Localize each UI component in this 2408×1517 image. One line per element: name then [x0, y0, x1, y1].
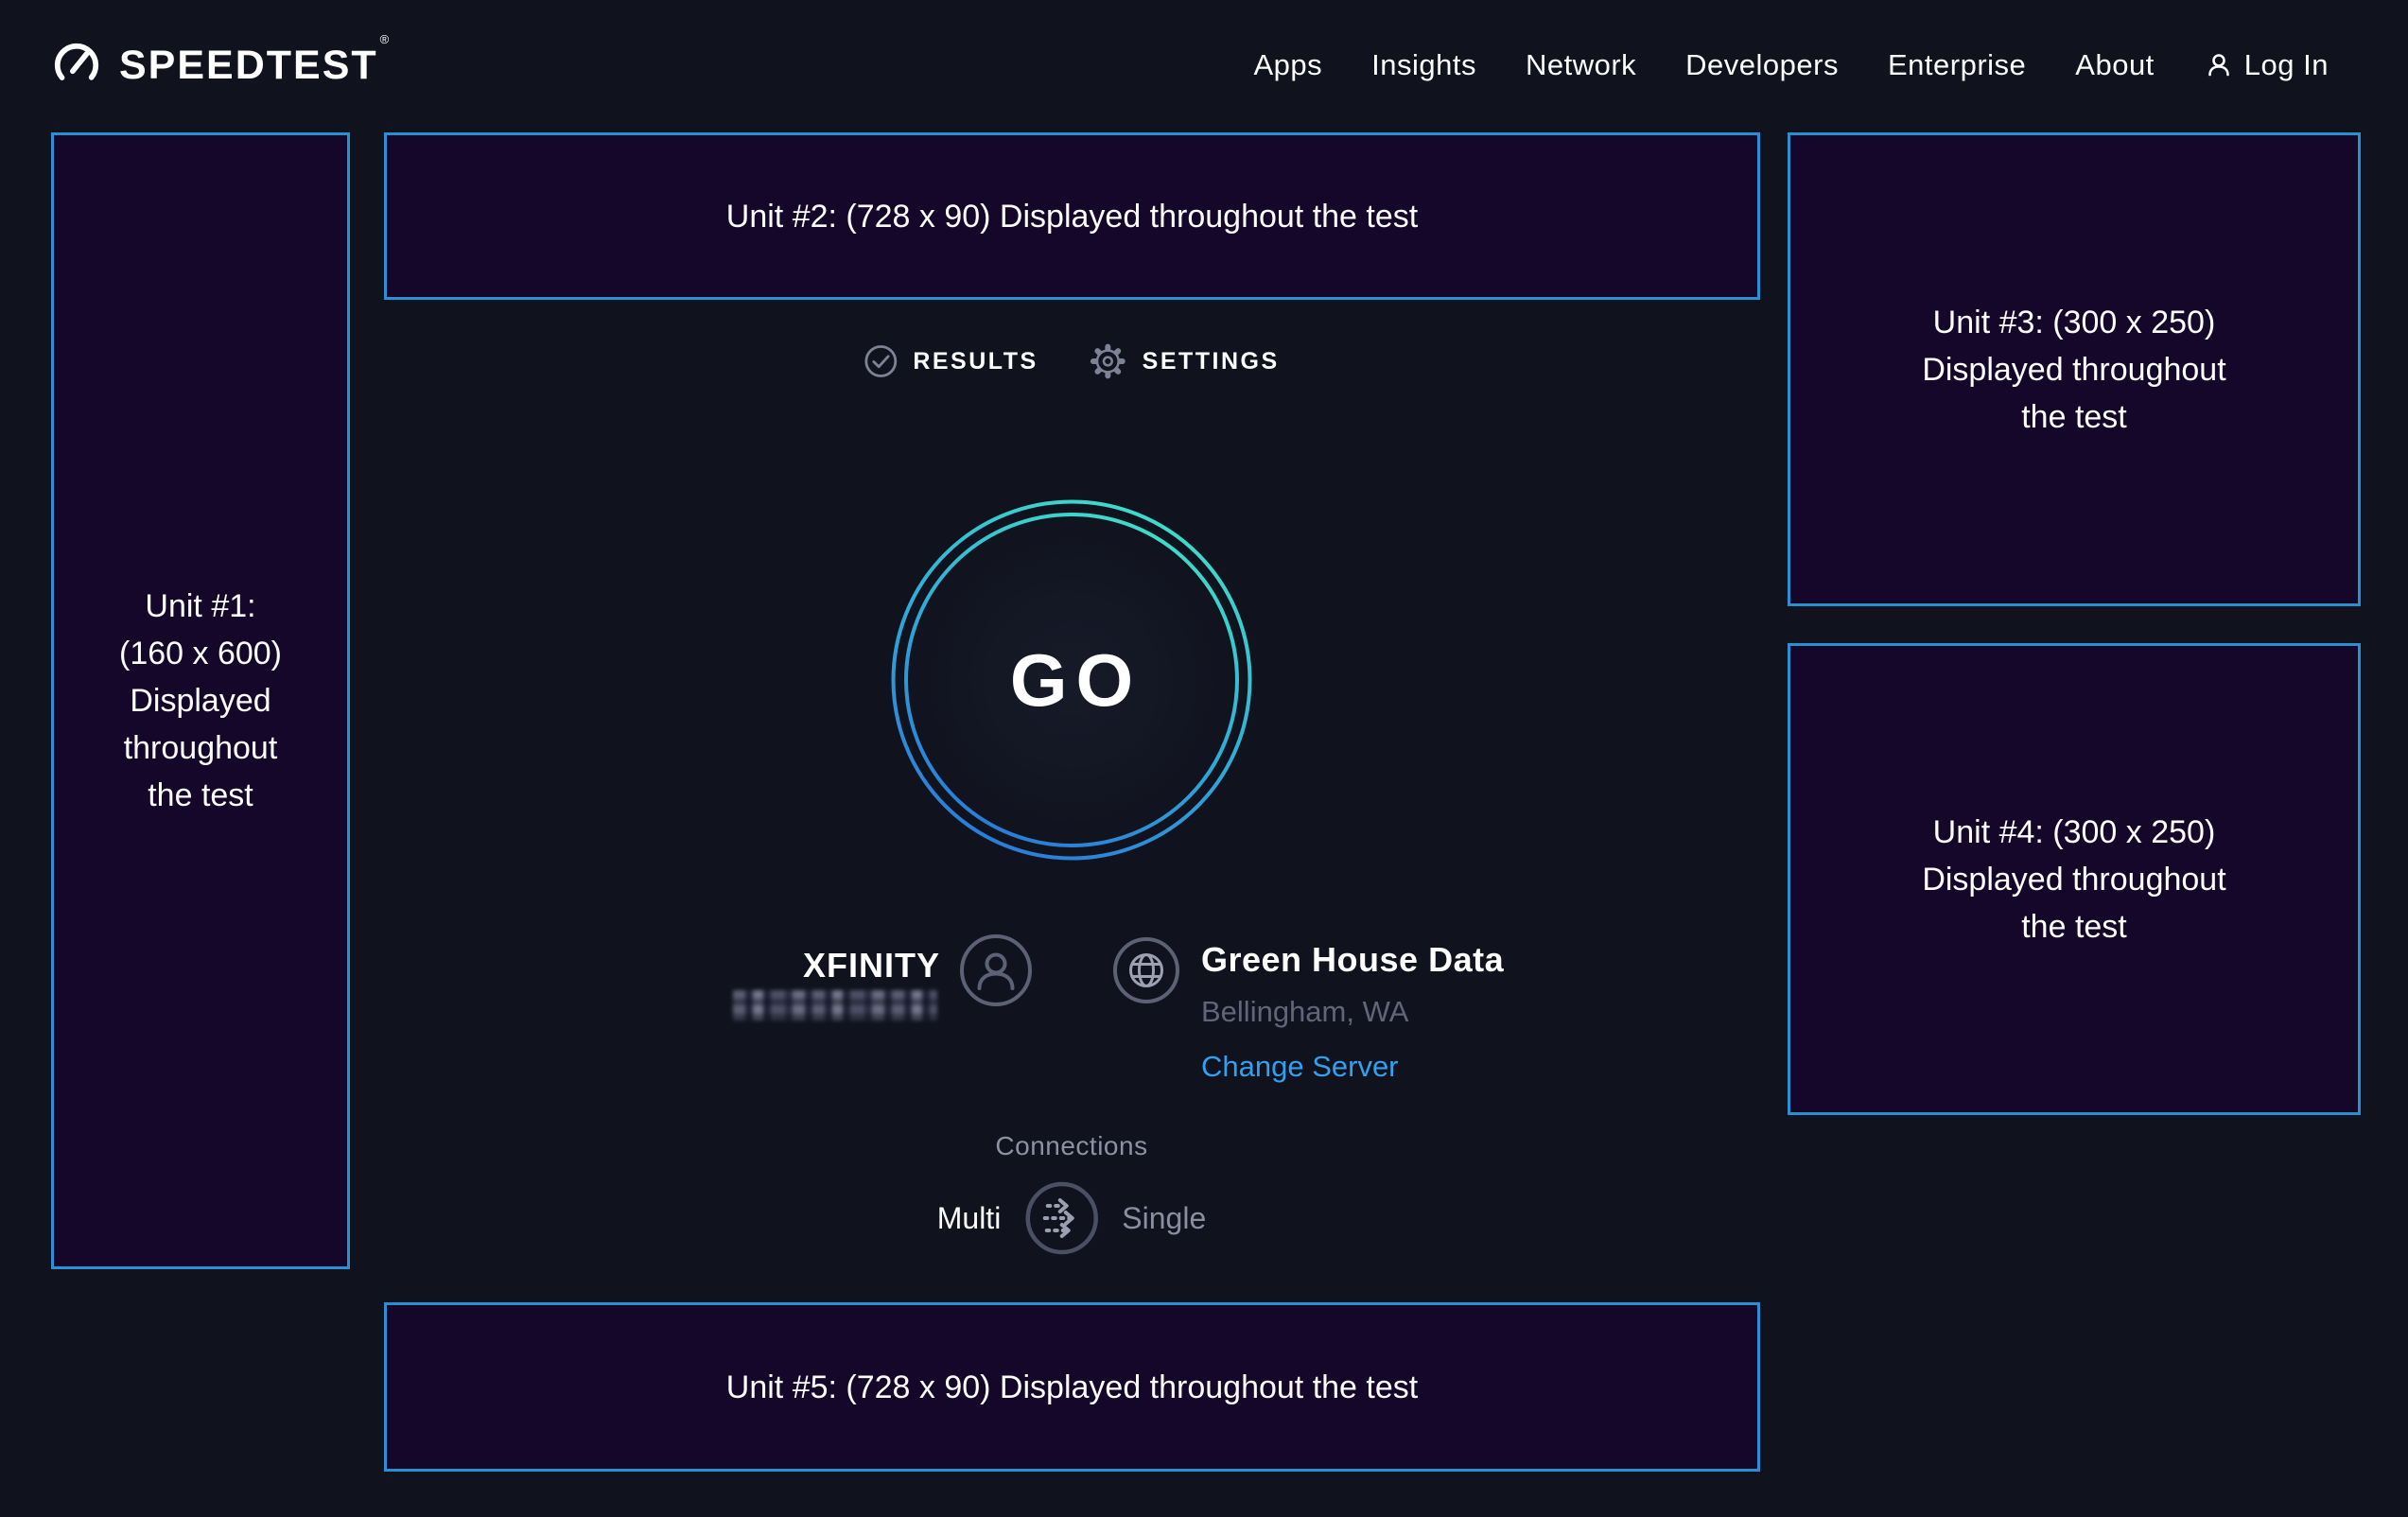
nav-item-about[interactable]: About — [2075, 48, 2155, 82]
tab-results[interactable]: RESULTS — [864, 344, 1038, 378]
server-location: Bellingham, WA — [1201, 995, 1408, 1029]
connections-label: Connections — [995, 1131, 1147, 1161]
login-label: Log In — [2244, 48, 2329, 82]
gauge-icon — [51, 40, 102, 91]
connections-option-multi[interactable]: Multi — [937, 1201, 1002, 1236]
ad-unit-4-rectangle: Unit #4: (300 x 250) Displayed throughou… — [1788, 643, 2361, 1115]
multi-stream-arrows-icon — [1023, 1180, 1099, 1256]
tab-settings[interactable]: SETTINGS — [1090, 342, 1280, 380]
isp-ip-redacted — [733, 990, 937, 1020]
change-server-link[interactable]: Change Server — [1201, 1050, 1399, 1084]
nav-item-enterprise[interactable]: Enterprise — [1888, 48, 2026, 82]
ad-unit-3-text: Unit #3: (300 x 250) Displayed throughou… — [1922, 299, 2225, 441]
server-name: Green House Data — [1201, 940, 1504, 980]
check-circle-icon — [864, 344, 898, 378]
primary-nav: Apps Insights Network Developers Enterpr… — [1253, 0, 2329, 131]
gear-icon — [1090, 342, 1127, 380]
connections-row: Multi Single — [937, 1180, 1207, 1256]
login-button[interactable]: Log In — [2204, 48, 2329, 82]
speedtest-page: SPEEDTEST® Apps Insights Network Develop… — [0, 0, 2408, 1517]
speedtest-logo[interactable]: SPEEDTEST® — [51, 0, 387, 131]
server-info: Green House Data Bellingham, WA Change S… — [1201, 940, 1504, 1084]
ad-unit-1-skyscraper: Unit #1: (160 x 600) Displayed throughou… — [51, 132, 350, 1269]
ad-unit-4-text: Unit #4: (300 x 250) Displayed throughou… — [1922, 809, 2225, 950]
ad-unit-5-text: Unit #5: (728 x 90) Displayed throughout… — [726, 1364, 1418, 1411]
trademark-symbol: ® — [380, 32, 390, 46]
tab-settings-label: SETTINGS — [1143, 348, 1280, 375]
go-button[interactable]: GO — [891, 499, 1252, 861]
isp-name: XFINITY — [675, 946, 940, 985]
logo-wordmark: SPEEDTEST® — [119, 45, 387, 86]
connections-toggle[interactable] — [1023, 1180, 1099, 1256]
go-button-label: GO — [891, 499, 1252, 861]
tab-results-label: RESULTS — [913, 348, 1038, 375]
nav-item-developers[interactable]: Developers — [1685, 48, 1839, 82]
top-nav-bar: SPEEDTEST® Apps Insights Network Develop… — [0, 0, 2408, 131]
tab-bar: RESULTS SETTINGS — [864, 342, 1279, 380]
nav-item-network[interactable]: Network — [1526, 48, 1636, 82]
ad-unit-1-text: Unit #1: (160 x 600) Displayed throughou… — [119, 583, 282, 819]
ad-unit-3-rectangle: Unit #3: (300 x 250) Displayed throughou… — [1788, 132, 2361, 606]
nav-item-insights[interactable]: Insights — [1371, 48, 1476, 82]
ad-unit-2-leaderboard: Unit #2: (728 x 90) Displayed throughout… — [384, 132, 1760, 300]
ad-unit-5-leaderboard: Unit #5: (728 x 90) Displayed throughout… — [384, 1302, 1760, 1472]
ad-unit-2-text: Unit #2: (728 x 90) Displayed throughout… — [726, 193, 1418, 240]
globe-icon — [1112, 936, 1180, 1004]
nav-item-apps[interactable]: Apps — [1253, 48, 1322, 82]
user-circle-icon — [959, 933, 1033, 1007]
user-icon — [2204, 50, 2234, 80]
connections-option-single[interactable]: Single — [1122, 1201, 1206, 1236]
